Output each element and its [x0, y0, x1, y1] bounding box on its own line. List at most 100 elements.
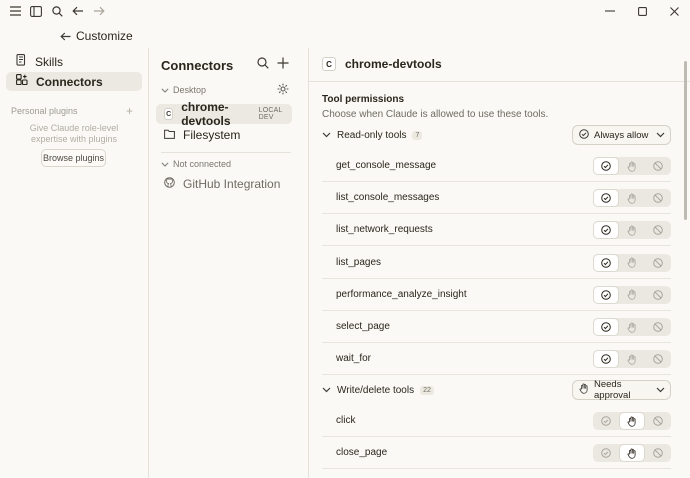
- tool-row: close_page: [322, 437, 671, 470]
- tool-row: list_network_requests: [322, 214, 671, 247]
- allow-check-icon[interactable]: [594, 254, 618, 271]
- allow-check-icon[interactable]: [594, 190, 618, 207]
- tool-row: get_console_message: [322, 150, 671, 182]
- add-icon[interactable]: [277, 57, 293, 73]
- tool-name: list_network_requests: [336, 224, 433, 236]
- tool-count-badge: 7: [412, 130, 423, 140]
- section-label: Write/delete tools: [337, 384, 415, 396]
- needs-approval-hand-icon[interactable]: [620, 255, 644, 271]
- block-icon[interactable]: [646, 445, 670, 461]
- block-icon[interactable]: [646, 287, 670, 303]
- sidebar-item-label: Connectors: [36, 74, 103, 89]
- needs-approval-hand-icon[interactable]: [620, 190, 644, 206]
- permission-toggle: [593, 318, 671, 336]
- chevron-down-icon: [161, 159, 169, 169]
- needs-approval-hand-icon[interactable]: [620, 319, 644, 335]
- dropdown-value: Always allow: [594, 129, 649, 141]
- scrollbar[interactable]: [684, 61, 687, 220]
- section-read-only[interactable]: Read-only tools 7 Always allow: [322, 125, 671, 145]
- skills-icon: [16, 54, 27, 69]
- sidebar-item-label: Skills: [35, 54, 64, 69]
- connectors-title: Connectors: [161, 58, 234, 73]
- group-label: Not connected: [173, 159, 232, 169]
- connectors-icon: [16, 74, 28, 89]
- permission-toggle: [593, 285, 671, 304]
- allow-check-icon[interactable]: [594, 158, 618, 174]
- permission-toggle: [593, 221, 671, 240]
- back-arrow-icon[interactable]: [57, 28, 73, 44]
- block-icon[interactable]: [646, 351, 670, 367]
- permission-toggle: [593, 444, 671, 463]
- needs-approval-hand-icon[interactable]: [620, 222, 644, 238]
- tool-name: get_console_message: [336, 160, 437, 171]
- block-icon[interactable]: [646, 255, 670, 271]
- connector-badge: C: [322, 57, 336, 71]
- sidebar-item-connectors[interactable]: Connectors: [6, 72, 142, 91]
- allow-check-icon[interactable]: [594, 413, 618, 429]
- page-title: Customize: [76, 29, 133, 43]
- tool-row: wait_for: [322, 343, 671, 376]
- menu-icon[interactable]: [5, 1, 25, 21]
- connector-item-chrome-devtools[interactable]: C chrome-devtools LOCAL DEV: [156, 100, 292, 128]
- connector-badge: C: [164, 108, 174, 120]
- section-label: Read-only tools: [337, 129, 407, 141]
- tool-name: list_pages: [336, 256, 382, 268]
- allow-check-icon[interactable]: [594, 319, 618, 335]
- minimize-icon[interactable]: [594, 0, 626, 22]
- chevron-down-icon: [656, 387, 665, 393]
- connector-label: GitHub Integration: [183, 177, 281, 191]
- write-delete-policy-dropdown[interactable]: Needs approval: [572, 379, 671, 401]
- add-plugin-icon[interactable]: +: [126, 104, 133, 118]
- block-icon[interactable]: [646, 190, 670, 206]
- folder-icon: [164, 128, 175, 142]
- read-only-policy-dropdown[interactable]: Always allow: [572, 125, 671, 145]
- tool-row: select_page: [322, 311, 671, 343]
- gear-icon[interactable]: [277, 83, 291, 97]
- tool-name: close_page: [336, 447, 388, 459]
- permissions-title: Tool permissions: [322, 94, 405, 105]
- sidebar: Skills Connectors Personal plugins + Giv…: [0, 48, 148, 478]
- tool-name: performance_analyze_insight: [336, 288, 467, 300]
- sidebar-item-skills[interactable]: Skills: [6, 52, 142, 71]
- connector-detail: C chrome-devtools Tool permissions Choos…: [309, 48, 690, 478]
- block-icon[interactable]: [646, 158, 670, 174]
- title-bar: [0, 0, 690, 22]
- chevron-down-icon: [322, 132, 332, 138]
- allow-check-icon[interactable]: [594, 222, 618, 239]
- tool-name: select_page: [336, 321, 390, 332]
- needs-approval-hand-icon[interactable]: [620, 351, 644, 367]
- group-desktop[interactable]: Desktop: [161, 85, 206, 95]
- needs-approval-hand-icon[interactable]: [620, 158, 644, 174]
- group-not-connected[interactable]: Not connected: [161, 159, 231, 169]
- tool-row: performance_analyze_insight: [322, 279, 671, 311]
- block-icon[interactable]: [646, 222, 670, 238]
- needs-approval-hand-icon[interactable]: [620, 287, 644, 303]
- plugins-description: Give Claude role-level expertise with pl…: [29, 123, 119, 144]
- back-arrow-icon[interactable]: [68, 1, 88, 21]
- close-icon[interactable]: [658, 0, 690, 22]
- needs-approval-hand-icon[interactable]: [620, 445, 644, 462]
- forward-arrow-icon[interactable]: [89, 1, 109, 21]
- check-circle-icon: [579, 128, 589, 142]
- allow-check-icon[interactable]: [594, 445, 618, 461]
- needs-approval-hand-icon[interactable]: [620, 413, 644, 429]
- allow-check-icon[interactable]: [594, 351, 618, 368]
- sidebar-toggle-icon[interactable]: [26, 1, 46, 21]
- chevron-down-icon: [322, 387, 332, 393]
- search-icon[interactable]: [257, 57, 273, 73]
- maximize-icon[interactable]: [626, 0, 658, 22]
- connector-item-filesystem[interactable]: Filesystem: [156, 125, 292, 145]
- permission-toggle: [593, 157, 671, 175]
- block-icon[interactable]: [646, 319, 670, 335]
- github-icon: [164, 177, 175, 191]
- block-icon[interactable]: [646, 413, 670, 429]
- permission-toggle: [593, 253, 671, 272]
- tool-row: click: [322, 405, 671, 437]
- allow-check-icon[interactable]: [594, 286, 618, 303]
- tool-name: list_console_messages: [336, 192, 440, 204]
- divider: [309, 81, 690, 82]
- browse-plugins-button[interactable]: Browse plugins: [41, 149, 106, 167]
- search-icon[interactable]: [47, 1, 67, 21]
- connector-item-github[interactable]: GitHub Integration: [156, 174, 292, 194]
- section-write-delete[interactable]: Write/delete tools 22 Needs approval: [322, 379, 671, 401]
